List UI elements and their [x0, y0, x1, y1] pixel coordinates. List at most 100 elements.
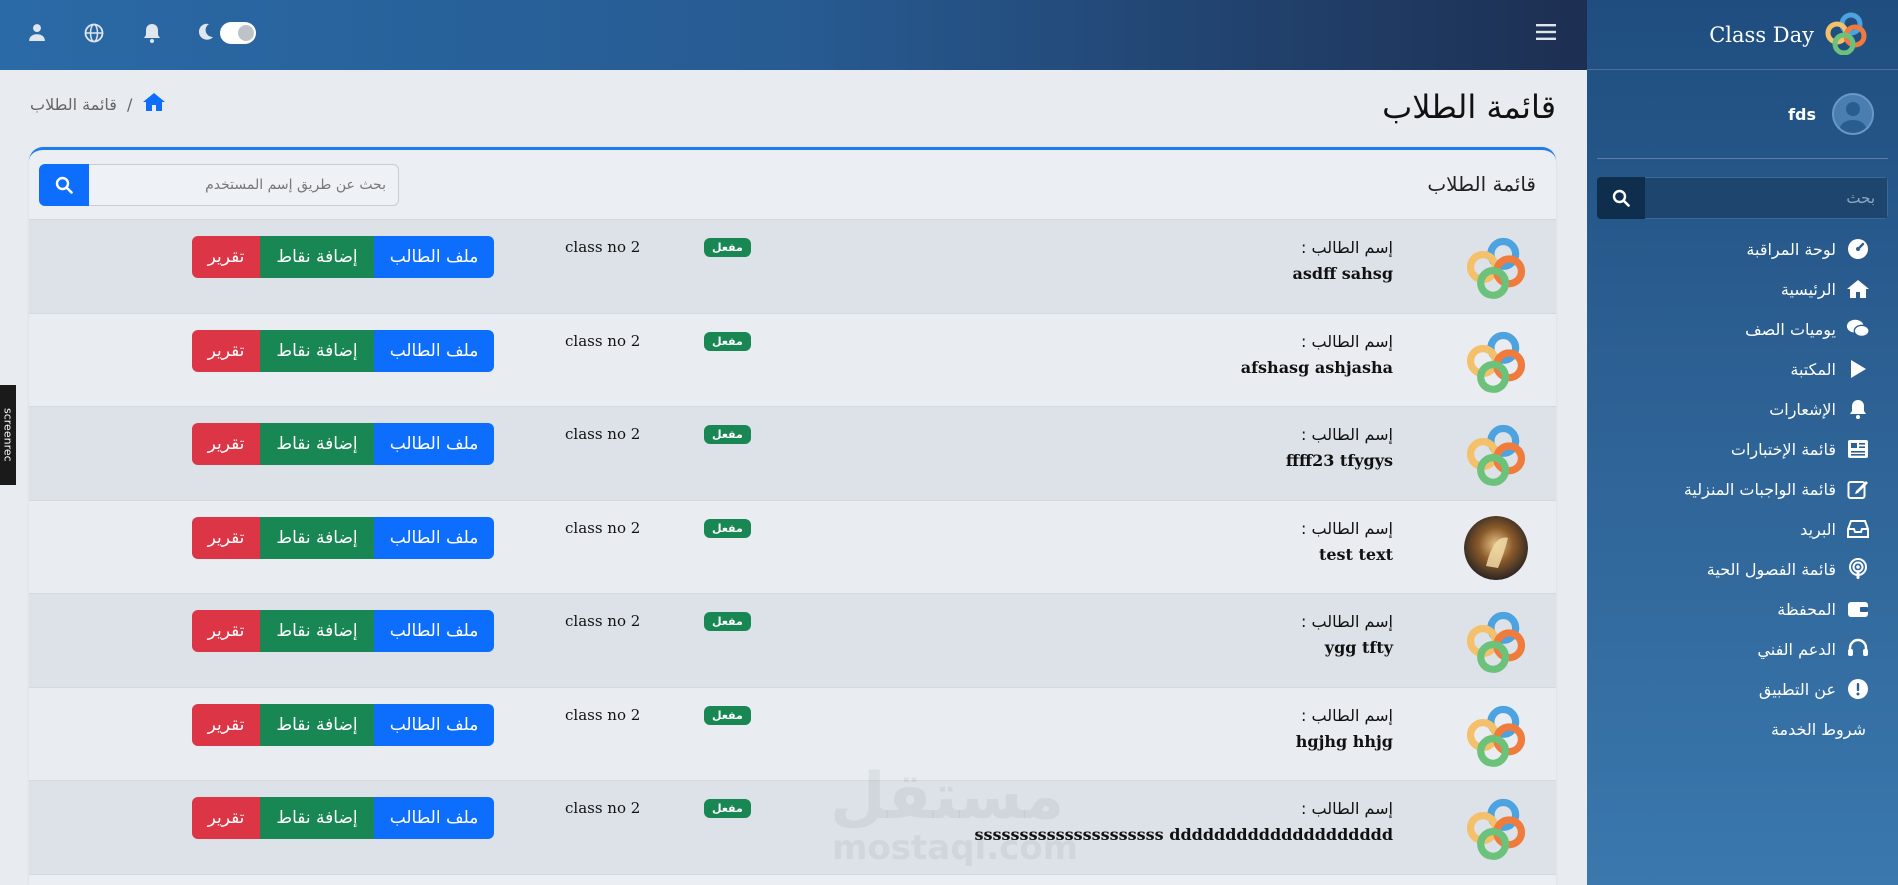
sidebar-search-input[interactable]: [1645, 177, 1888, 219]
profile-name: fds: [1788, 104, 1816, 124]
play-icon: [1846, 357, 1870, 381]
status-badge: مفعل: [704, 238, 751, 257]
sidebar-item-label: يوميات الصف: [1745, 319, 1836, 339]
report-button[interactable]: تقرير: [192, 797, 260, 839]
sidebar-item-label: قائمة الإختبارات: [1730, 439, 1836, 459]
sidebar-item-label: شروط الخدمة: [1770, 719, 1866, 739]
bell-icon: [1846, 397, 1870, 421]
student-class: class no 2: [565, 331, 641, 350]
student-profile-button[interactable]: ملف الطالب: [374, 516, 494, 559]
brand[interactable]: Class Day: [1587, 0, 1898, 70]
student-name: test text: [1318, 544, 1393, 564]
table-row: إسم الطالب : ygg tfty مفعل class no 2 تقرير إ…: [29, 594, 1556, 688]
user-profile[interactable]: fds: [1587, 70, 1898, 158]
report-button[interactable]: تقرير: [192, 516, 260, 559]
home-icon[interactable]: [142, 92, 166, 116]
student-name: ygg tfty: [1324, 638, 1393, 657]
sidebar-divider: [1597, 158, 1888, 159]
student-class: class no 2: [565, 425, 641, 443]
add-points-button[interactable]: إضافة نقاط: [260, 236, 374, 278]
report-button[interactable]: تقرير: [192, 423, 260, 465]
sidebar-item-wallet[interactable]: المحفظة: [1587, 589, 1870, 629]
student-name-label: إسم الطالب :: [1301, 705, 1393, 725]
report-button[interactable]: تقرير: [192, 329, 260, 372]
sidebar-item-notifications[interactable]: الإشعارات: [1587, 389, 1870, 429]
row-actions: تقرير إضافة نقاط ملف الطالب: [192, 423, 494, 465]
globe-icon[interactable]: [84, 23, 104, 47]
student-profile-button[interactable]: ملف الطالب: [374, 797, 494, 839]
sidebar-item-terms[interactable]: شروط الخدمة: [1587, 709, 1870, 749]
sidebar-item-dashboard[interactable]: لوحة المراقبة: [1587, 229, 1870, 269]
student-avatar: [1464, 703, 1528, 767]
student-profile-button[interactable]: ملف الطالب: [374, 236, 494, 278]
bell-icon[interactable]: [143, 23, 161, 47]
student-class: class no 2: [565, 518, 641, 537]
student-name-label: إسم الطالب :: [1301, 238, 1393, 257]
report-button[interactable]: تقرير: [192, 610, 260, 652]
status-badge: مفعل: [704, 425, 751, 444]
sidebar-search-button[interactable]: [1597, 177, 1645, 219]
row-actions: تقرير إضافة نقاط ملف الطالب: [192, 610, 494, 652]
dark-mode-toggle[interactable]: [220, 22, 256, 44]
sidebar-item-label: الدعم الفني: [1757, 639, 1836, 659]
user-icon[interactable]: [28, 23, 46, 45]
page-title: قائمة الطلاب: [1382, 88, 1556, 126]
sidebar-item-label: الرئيسية: [1780, 279, 1836, 299]
breadcrumb-separator: /: [126, 94, 133, 114]
breadcrumb: قائمة الطلاب /: [30, 92, 166, 116]
sidebar-item-class-diary[interactable]: يوميات الصف: [1587, 309, 1870, 349]
add-points-button[interactable]: إضافة نقاط: [260, 610, 374, 652]
sidebar-item-label: لوحة المراقبة: [1746, 239, 1836, 259]
student-class: class no 2: [565, 238, 641, 256]
podcast-icon: [1846, 557, 1870, 581]
hamburger-menu-icon[interactable]: [1536, 24, 1556, 44]
card-title: قائمة الطلاب: [1427, 172, 1536, 196]
student-profile-button[interactable]: ملف الطالب: [374, 329, 494, 372]
student-class: class no 2: [565, 799, 641, 817]
student-profile-button[interactable]: ملف الطالب: [374, 610, 494, 652]
report-button[interactable]: تقرير: [192, 703, 260, 746]
row-actions: تقرير إضافة نقاط ملف الطالب: [192, 329, 494, 372]
add-points-button[interactable]: إضافة نقاط: [260, 329, 374, 372]
sidebar-item-home[interactable]: الرئيسية: [1587, 269, 1870, 309]
student-name-label: إسم الطالب :: [1301, 612, 1393, 631]
status-badge: مفعل: [704, 331, 751, 351]
search-button[interactable]: [39, 164, 89, 206]
table-row: إسم الطالب : asdff sahsg مفعل class no 2 تقر…: [29, 220, 1556, 314]
edit-icon: [1846, 477, 1870, 501]
add-points-button[interactable]: إضافة نقاط: [260, 797, 374, 839]
add-points-button[interactable]: إضافة نقاط: [260, 516, 374, 559]
student-name-label: إسم الطالب :: [1301, 425, 1393, 444]
search-icon: [1612, 189, 1630, 207]
top-navbar: [0, 0, 1587, 70]
sidebar-item-label: قائمة الفصول الحية: [1706, 559, 1836, 579]
sidebar-item-exams[interactable]: قائمة الإختبارات: [1587, 429, 1870, 469]
add-points-button[interactable]: إضافة نقاط: [260, 423, 374, 465]
sidebar-item-support[interactable]: الدعم الفني: [1587, 629, 1870, 669]
headset-icon: [1846, 637, 1870, 661]
student-class: class no 2: [565, 705, 641, 724]
student-name: ffff23 tfygys: [1285, 451, 1393, 470]
student-profile-button[interactable]: ملف الطالب: [374, 423, 494, 465]
sidebar-item-live-classes[interactable]: قائمة الفصول الحية: [1587, 549, 1870, 589]
sidebar-item-label: الإشعارات: [1769, 399, 1836, 419]
students-card: قائمة الطلاب إسم الطالب : asdff sahsg مفعل…: [29, 147, 1556, 885]
sidebar-item-homework[interactable]: قائمة الواجبات المنزلية: [1587, 469, 1870, 509]
student-avatar: [1464, 329, 1528, 393]
add-points-button[interactable]: إضافة نقاط: [260, 703, 374, 746]
report-button[interactable]: تقرير: [192, 236, 260, 278]
student-name: afshasg ashjasha: [1240, 357, 1393, 377]
student-profile-button[interactable]: ملف الطالب: [374, 703, 494, 746]
row-actions: تقرير إضافة نقاط ملف الطالب: [192, 236, 494, 278]
wallet-icon: [1846, 597, 1870, 621]
dashboard-icon: [1846, 237, 1870, 261]
sidebar-item-library[interactable]: المكتبة: [1587, 349, 1870, 389]
sidebar-item-mail[interactable]: البريد: [1587, 509, 1870, 549]
home-icon: [1846, 277, 1870, 301]
sidebar-item-about[interactable]: عن التطبيق: [1587, 669, 1870, 709]
search-input[interactable]: [89, 164, 399, 206]
student-name: asdff sahsg: [1292, 264, 1393, 283]
sidebar-nav: لوحة المراقبة الرئيسية يوميات الصف المكت…: [1587, 229, 1898, 749]
student-name-label: إسم الطالب :: [1301, 799, 1393, 818]
student-name: sssssssssssssssssssss dddddddddddddddddd…: [974, 825, 1393, 844]
